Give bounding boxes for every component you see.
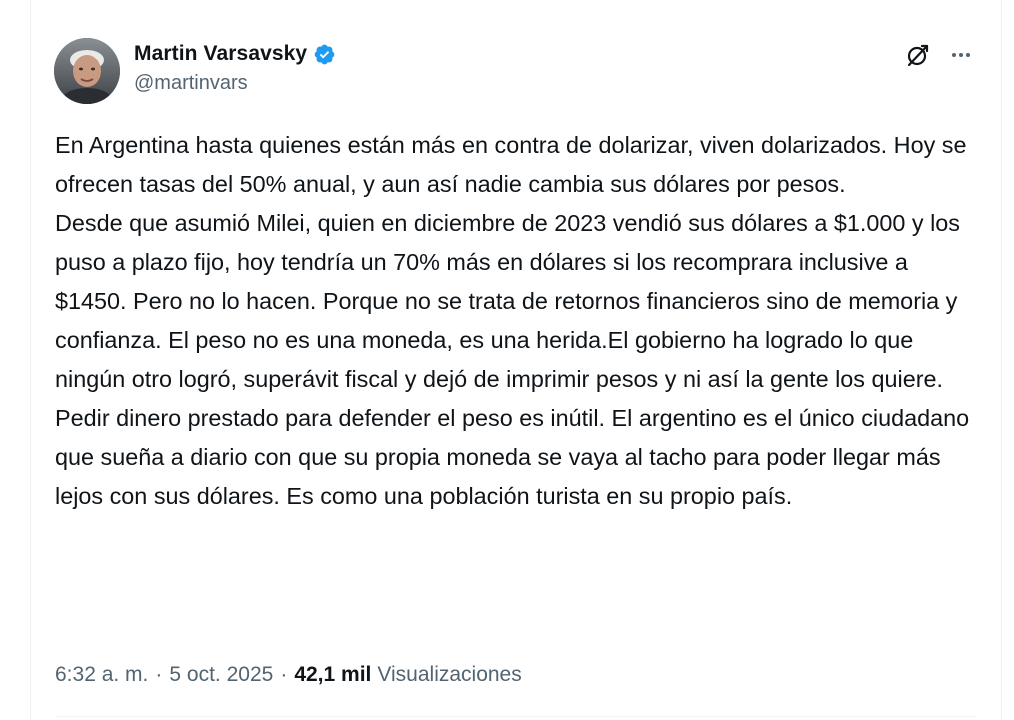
author-handle[interactable]: @martinvars <box>134 72 336 95</box>
avatar[interactable] <box>54 38 120 104</box>
meta-separator: · <box>280 663 288 686</box>
tweet-meta: 6:32 a. m. · 5 oct. 2025 · 42,1 mil Visu… <box>55 660 522 690</box>
verified-badge-icon[interactable] <box>313 43 336 66</box>
tweet-card: Martin Varsavsky @martinvars En Argentin… <box>30 0 1002 720</box>
author-name-row: Martin Varsavsky <box>134 40 336 68</box>
tweet-date[interactable]: 5 oct. 2025 <box>169 663 273 687</box>
meta-separator: · <box>155 663 163 686</box>
avatar-photo <box>54 38 120 104</box>
views-count: 42,1 mil <box>294 663 372 686</box>
divider <box>55 716 977 717</box>
more-options-icon[interactable] <box>949 43 973 67</box>
tweet-time[interactable]: 6:32 a. m. <box>55 663 148 687</box>
tweet-text: En Argentina hasta quienes están más en … <box>55 132 970 509</box>
views-label: Visualizaciones <box>377 663 522 686</box>
grok-icon[interactable] <box>905 42 931 68</box>
tweet-top-actions <box>905 42 973 68</box>
author-block: Martin Varsavsky @martinvars <box>134 40 336 95</box>
author-display-name[interactable]: Martin Varsavsky <box>134 42 307 66</box>
